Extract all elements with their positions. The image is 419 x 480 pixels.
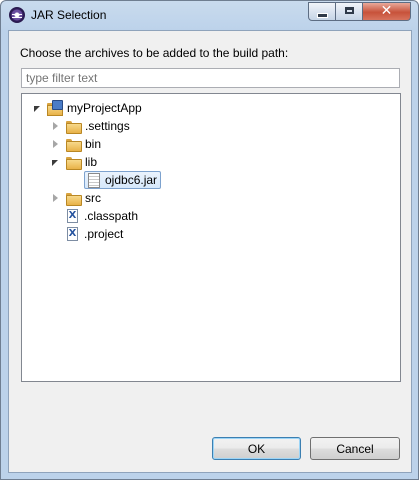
collapse-toggle-icon[interactable] — [49, 156, 61, 168]
collapse-toggle-icon[interactable] — [31, 102, 43, 114]
tree-item-label: .classpath — [84, 209, 139, 223]
eclipse-icon — [9, 7, 25, 23]
dialog-prompt: Choose the archives to be added to the b… — [20, 46, 289, 60]
xml-file-icon: X — [67, 227, 78, 241]
tree-item-settings[interactable]: .settings — [49, 117, 130, 135]
tree-item-ojdbc6-jar[interactable]: ojdbc6.jar — [84, 171, 162, 189]
selection-highlight[interactable]: ojdbc6.jar — [84, 171, 162, 189]
expand-toggle-icon[interactable] — [49, 192, 61, 204]
minimize-icon — [316, 13, 328, 18]
tree-item-lib[interactable]: lib — [49, 153, 97, 171]
filter-input[interactable] — [21, 68, 400, 88]
expand-toggle-icon[interactable] — [49, 138, 61, 150]
tree-item-label: ojdbc6.jar — [105, 173, 158, 187]
dialog-window: JAR Selection ✕ Choose the archives to b… — [0, 0, 419, 480]
file-tree[interactable]: myProjectApp .settings bin lib ojdbc6.ja… — [21, 93, 401, 382]
tree-item-classpath[interactable]: X .classpath — [65, 207, 138, 225]
title-bar[interactable]: JAR Selection ✕ — [1, 1, 418, 29]
dialog-client-area: Choose the archives to be added to the b… — [8, 30, 412, 473]
tree-item-label: .settings — [85, 119, 130, 133]
tree-item-label: lib — [85, 155, 98, 169]
tree-item-src[interactable]: src — [49, 189, 101, 207]
tree-item-dot-project[interactable]: X .project — [65, 225, 123, 243]
tree-item-project[interactable]: myProjectApp — [31, 99, 142, 117]
maximize-button[interactable] — [336, 2, 363, 21]
xml-file-icon: X — [67, 209, 78, 223]
minimize-button[interactable] — [308, 2, 336, 21]
tree-item-label: .project — [84, 227, 124, 241]
folder-icon — [65, 136, 82, 152]
window-title: JAR Selection — [31, 8, 107, 22]
tree-item-label: src — [85, 191, 101, 205]
java-project-icon — [47, 100, 63, 116]
cancel-button[interactable]: Cancel — [310, 437, 400, 460]
expand-toggle-icon[interactable] — [49, 120, 61, 132]
folder-icon — [65, 118, 82, 134]
jar-file-icon — [88, 172, 100, 188]
close-button[interactable]: ✕ — [363, 2, 411, 21]
close-icon: ✕ — [380, 3, 393, 19]
folder-icon — [65, 154, 82, 170]
tree-item-label: myProjectApp — [67, 101, 142, 115]
maximize-icon — [344, 7, 354, 14]
tree-item-bin[interactable]: bin — [49, 135, 101, 153]
tree-item-label: bin — [85, 137, 102, 151]
folder-icon — [65, 190, 82, 206]
ok-button[interactable]: OK — [212, 437, 301, 460]
